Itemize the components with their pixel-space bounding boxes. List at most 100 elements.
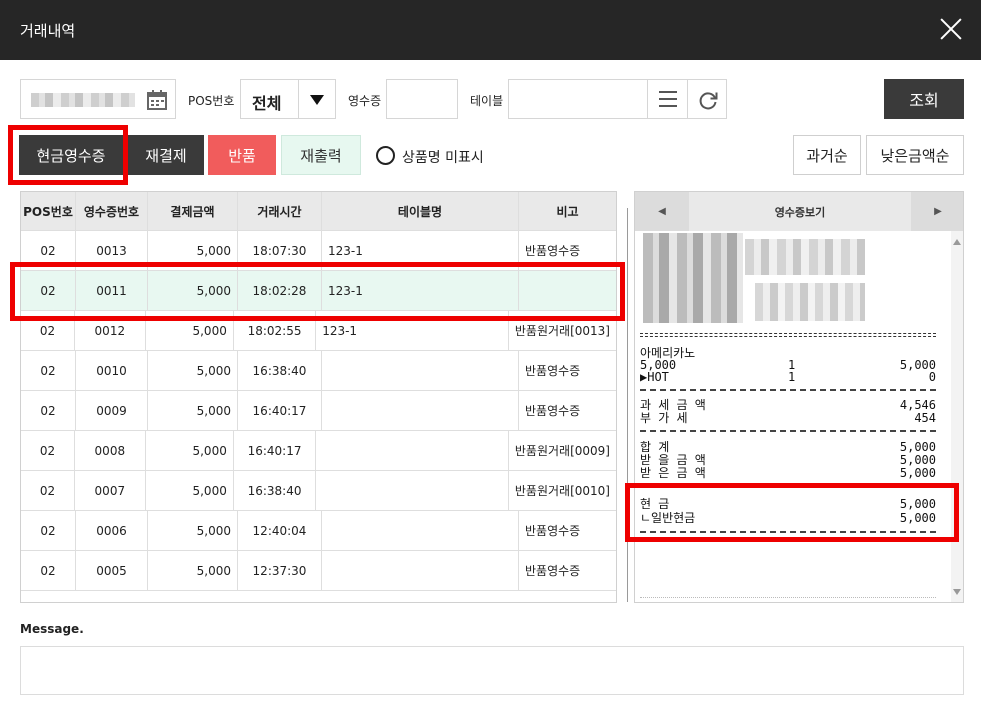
receipt-cash: 현 금 5,000 [640, 497, 936, 511]
cell-amount: 5,000 [148, 271, 238, 310]
cell-table-name: 123-1 [316, 311, 509, 350]
prev-receipt-button[interactable]: ◀ [635, 192, 689, 231]
cell-receipt-number: 0010 [76, 351, 148, 390]
receipt-taxable-amount: 과 세 금 액 4,546 [640, 398, 936, 412]
table-row[interactable]: 02 0008 5,000 16:40:17 반품원거래[0009] [21, 431, 616, 471]
column-header[interactable]: 영수증번호 [76, 192, 148, 230]
column-header[interactable]: 비고 [519, 192, 616, 230]
cell-amount: 5,000 [146, 471, 234, 510]
pos-select-value: 전체 [252, 94, 282, 113]
close-icon[interactable] [939, 17, 963, 41]
table-row[interactable]: 02 0006 5,000 12:40:04 반품영수증 [21, 511, 616, 551]
divider [298, 80, 299, 118]
repay-button[interactable]: 재결제 [128, 135, 204, 175]
table-row[interactable]: 02 0011 5,000 18:02:28 123-1 [21, 271, 616, 311]
cell-time: 16:40:17 [238, 391, 322, 430]
cell-amount: 5,000 [148, 231, 238, 270]
transaction-table: POS번호 영수증번호 결제금액 거래시간 테이블명 비고 02 0013 5,00… [20, 191, 617, 603]
hide-product-name-radio[interactable] [376, 146, 395, 165]
column-header[interactable]: 거래시간 [238, 192, 322, 230]
window-title: 거래내역 [20, 22, 76, 40]
cell-pos: 02 [21, 271, 76, 310]
cell-table-name [322, 551, 519, 590]
scroll-down-icon[interactable] [953, 589, 961, 595]
title-bar: 거래내역 [0, 0, 981, 60]
table-label: 테이블 [470, 94, 504, 108]
receipt-general-cash: ㄴ일반현금 5,000 [640, 511, 936, 525]
cell-pos: 02 [21, 511, 76, 550]
store-info-blurred [745, 239, 865, 275]
table-body: 02 0013 5,000 18:07:30 123-1 반품영수증 02 0011 5,000… [21, 231, 616, 591]
message-box [20, 646, 964, 695]
refresh-button[interactable] [687, 79, 727, 119]
receipt-scrollbar[interactable] [951, 231, 963, 602]
column-header[interactable]: 테이블명 [322, 192, 519, 230]
cell-table-name [322, 511, 519, 550]
sort-lowest-amount-button[interactable]: 낮은금액순 [866, 135, 964, 175]
receipt-number-input[interactable] [386, 79, 458, 119]
cell-table-name [322, 391, 519, 430]
cell-receipt-number: 0006 [76, 511, 148, 550]
chevron-down-icon[interactable] [310, 95, 324, 105]
cell-note: 반품영수증 [525, 404, 581, 418]
separator [640, 486, 936, 488]
hide-product-name-label[interactable]: 상품명 미표시 [402, 147, 484, 167]
receipt-vat: 부 가 세 454 [640, 411, 936, 425]
cell-receipt-number: 0011 [76, 271, 148, 310]
receipt-number-label: 영수증 [348, 94, 382, 108]
cell-pos: 02 [21, 351, 76, 390]
date-field[interactable] [20, 79, 176, 119]
table-list-button[interactable] [647, 79, 688, 119]
cell-pos: 02 [21, 391, 76, 430]
cell-time: 12:37:30 [238, 551, 322, 590]
cell-note: 반품영수증 [525, 524, 581, 538]
table-row[interactable]: 02 0005 5,000 12:37:30 반품영수증 [21, 551, 616, 591]
receipt-panel: ◀ 영수증보기 ▶ 아메리카노 5,000 1 5,000 ▶HOT 1 0 과… [634, 191, 964, 603]
cell-amount: 5,000 [146, 431, 234, 470]
table-input[interactable] [508, 79, 648, 119]
calendar-icon[interactable] [146, 89, 168, 111]
cell-table-name: 123-1 [322, 231, 519, 270]
refund-button[interactable]: 반품 [208, 135, 276, 175]
receipt-panel-title: 영수증보기 [774, 205, 826, 219]
next-receipt-button[interactable]: ▶ [911, 192, 963, 231]
cell-receipt-number: 0013 [76, 231, 148, 270]
cell-amount: 5,000 [148, 351, 238, 390]
receipt-amount-received: 받 은 금 액 5,000 [640, 466, 936, 480]
sort-oldest-button[interactable]: 과거순 [793, 135, 861, 175]
cell-note: 반품원거래[0010] [514, 484, 610, 498]
cash-receipt-button[interactable]: 현금영수증 [19, 135, 123, 175]
cell-time: 12:40:04 [238, 511, 322, 550]
cell-receipt-number: 0007 [75, 471, 146, 510]
cell-table-name [316, 431, 509, 470]
cell-note: 반품원거래[0013] [514, 324, 610, 338]
cell-amount: 5,000 [148, 551, 238, 590]
separator [640, 531, 936, 533]
cell-pos: 02 [21, 431, 76, 470]
cell-receipt-number: 0012 [75, 311, 146, 350]
cell-pos: 02 [21, 471, 76, 510]
table-row[interactable]: 02 0010 5,000 16:38:40 반품영수증 [21, 351, 616, 391]
search-button[interactable]: 조회 [884, 79, 964, 119]
table-row[interactable]: 02 0013 5,000 18:07:30 123-1 반품영수증 [21, 231, 616, 271]
scroll-up-icon[interactable] [953, 239, 961, 245]
table-row[interactable]: 02 0009 5,000 16:40:17 반품영수증 [21, 391, 616, 431]
column-header[interactable]: 결제금액 [148, 192, 238, 230]
table-row[interactable]: 02 0012 5,000 18:02:55 123-1 반품원거래[0013] [21, 311, 616, 351]
column-header[interactable]: POS번호 [21, 192, 76, 230]
cell-table-name: 123-1 [322, 271, 519, 310]
receipt-total: 합 계 5,000 [640, 440, 936, 454]
date-value-blurred [31, 93, 135, 107]
reprint-button[interactable]: 재출력 [281, 135, 361, 175]
cell-note: 반품영수증 [525, 244, 581, 258]
cell-table-name [316, 471, 509, 510]
cell-pos: 02 [21, 551, 76, 590]
pos-select[interactable]: 전체 [240, 79, 336, 119]
menu-icon [659, 91, 677, 107]
table-header-row: POS번호 영수증번호 결제금액 거래시간 테이블명 비고 [21, 192, 616, 231]
cell-receipt-number: 0008 [75, 431, 146, 470]
cell-amount: 5,000 [146, 311, 234, 350]
table-row[interactable]: 02 0007 5,000 16:38:40 반품원거래[0010] [21, 471, 616, 511]
table-scrollbar[interactable] [627, 208, 628, 602]
pos-label: POS번호 [188, 94, 235, 108]
